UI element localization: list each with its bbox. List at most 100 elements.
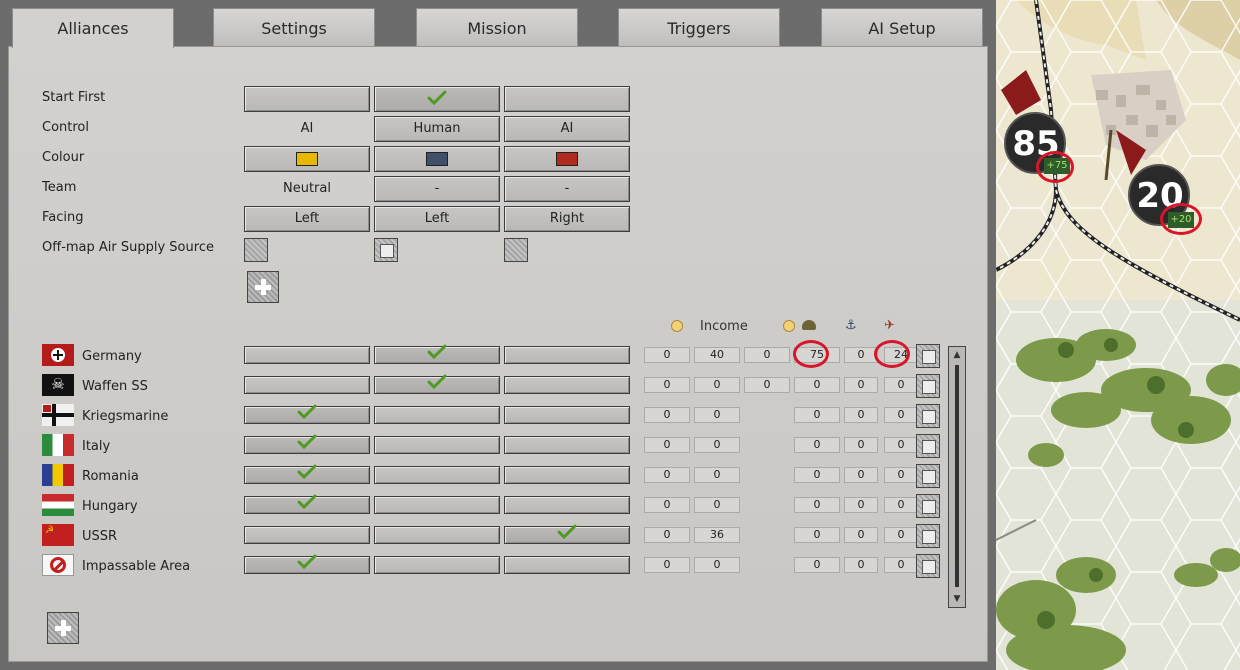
settings-option-button[interactable] — [244, 146, 370, 172]
faction-value-field[interactable]: 0 — [794, 437, 840, 453]
faction-side-button[interactable] — [504, 466, 630, 484]
faction-value-field[interactable]: 0 — [644, 497, 690, 513]
faction-toggle-checkbox[interactable] — [916, 434, 940, 458]
faction-toggle-checkbox[interactable] — [916, 374, 940, 398]
faction-value-field[interactable]: 0 — [644, 527, 690, 543]
tab-settings[interactable]: Settings — [213, 8, 375, 48]
faction-value-field[interactable]: 0 — [794, 407, 840, 423]
settings-option-button[interactable]: AI — [504, 116, 630, 142]
faction-side-button[interactable] — [504, 496, 630, 514]
tab-label: Mission — [467, 19, 527, 38]
settings-option-button[interactable] — [374, 86, 500, 112]
faction-side-button[interactable] — [374, 406, 500, 424]
tab-alliances[interactable]: Alliances — [12, 8, 174, 48]
settings-option-button[interactable]: - — [504, 176, 630, 202]
faction-value-field[interactable]: 0 — [694, 407, 740, 423]
faction-toggle-checkbox[interactable] — [916, 404, 940, 428]
faction-value-field[interactable]: 0 — [644, 347, 690, 363]
faction-value-field[interactable]: 0 — [844, 377, 878, 393]
faction-toggle-checkbox[interactable] — [916, 554, 940, 578]
faction-value-field[interactable]: 0 — [844, 347, 878, 363]
faction-side-button[interactable] — [504, 376, 630, 394]
supply-source-checkbox[interactable] — [504, 238, 528, 262]
faction-side-button[interactable] — [244, 404, 370, 424]
faction-side-button[interactable] — [374, 556, 500, 574]
faction-side-button[interactable] — [244, 434, 370, 454]
factions-scrollbar[interactable]: ▲ ▼ — [948, 346, 966, 608]
faction-side-button[interactable] — [504, 436, 630, 454]
faction-toggle-checkbox[interactable] — [916, 524, 940, 548]
faction-value-field[interactable]: 0 — [694, 497, 740, 513]
faction-value-field[interactable]: 0 — [884, 527, 918, 543]
faction-side-button[interactable] — [244, 494, 370, 514]
faction-value-field[interactable]: 0 — [844, 527, 878, 543]
faction-side-button[interactable] — [504, 346, 630, 364]
faction-value-field[interactable]: 40 — [694, 347, 740, 363]
settings-option-button[interactable] — [504, 146, 630, 172]
settings-option-button[interactable]: Human — [374, 116, 500, 142]
settings-option-button[interactable] — [374, 146, 500, 172]
faction-value-field[interactable]: 36 — [694, 527, 740, 543]
faction-side-button[interactable] — [374, 496, 500, 514]
faction-value-field[interactable]: 0 — [794, 497, 840, 513]
faction-value-field[interactable]: 0 — [844, 437, 878, 453]
faction-side-button[interactable] — [504, 556, 630, 574]
tab-ai-setup[interactable]: AI Setup — [821, 8, 983, 48]
faction-value-field[interactable]: 0 — [644, 437, 690, 453]
faction-value-field[interactable]: 0 — [644, 467, 690, 483]
faction-toggle-checkbox[interactable] — [916, 344, 940, 368]
faction-value-field[interactable]: 0 — [844, 497, 878, 513]
faction-value-field[interactable]: 0 — [884, 467, 918, 483]
faction-side-button[interactable] — [244, 464, 370, 484]
faction-value-field[interactable]: 0 — [744, 377, 790, 393]
add-faction-button[interactable] — [47, 612, 79, 644]
faction-side-button[interactable] — [244, 554, 370, 574]
map-view[interactable]: 85 +75 20 +20 — [996, 0, 1240, 670]
faction-toggle-checkbox[interactable] — [916, 464, 940, 488]
faction-value-field[interactable]: 0 — [644, 377, 690, 393]
faction-value-field[interactable]: 0 — [844, 557, 878, 573]
faction-value-field[interactable]: 0 — [694, 557, 740, 573]
faction-value-field[interactable]: 0 — [884, 557, 918, 573]
faction-side-button[interactable] — [504, 524, 630, 544]
settings-option-button[interactable] — [504, 86, 630, 112]
faction-toggle-checkbox[interactable] — [916, 494, 940, 518]
supply-source-checkbox[interactable] — [244, 238, 268, 262]
settings-option-button[interactable] — [244, 86, 370, 112]
faction-side-button[interactable] — [374, 344, 500, 364]
tab-triggers[interactable]: Triggers — [618, 8, 780, 48]
faction-value-field[interactable]: 0 — [794, 527, 840, 543]
faction-side-button[interactable] — [374, 526, 500, 544]
tab-mission[interactable]: Mission — [416, 8, 578, 48]
add-side-button[interactable] — [247, 271, 279, 303]
faction-value-field[interactable]: 0 — [694, 467, 740, 483]
settings-option-button[interactable]: Left — [374, 206, 500, 232]
faction-side-button[interactable] — [244, 376, 370, 394]
faction-value-field[interactable]: 0 — [794, 467, 840, 483]
faction-side-button[interactable] — [374, 436, 500, 454]
faction-value-field[interactable]: 0 — [884, 497, 918, 513]
faction-value-field[interactable]: 0 — [794, 377, 840, 393]
faction-value-field[interactable]: 0 — [694, 377, 740, 393]
faction-side-button[interactable] — [244, 526, 370, 544]
supply-source-checkbox[interactable] — [374, 238, 398, 262]
faction-side-button[interactable] — [504, 406, 630, 424]
faction-value-field[interactable]: 0 — [844, 407, 878, 423]
faction-value-field[interactable]: 0 — [694, 437, 740, 453]
faction-side-button[interactable] — [374, 374, 500, 394]
settings-option-button[interactable]: Right — [504, 206, 630, 232]
faction-value-field[interactable]: 0 — [884, 407, 918, 423]
scroll-down-icon[interactable]: ▼ — [951, 593, 963, 605]
faction-value-field[interactable]: 0 — [844, 467, 878, 483]
faction-value-field[interactable]: 0 — [884, 437, 918, 453]
faction-value-field[interactable]: 0 — [644, 557, 690, 573]
scroll-up-icon[interactable]: ▲ — [951, 349, 963, 361]
faction-value-field[interactable]: 0 — [644, 407, 690, 423]
faction-value-field[interactable]: 0 — [744, 347, 790, 363]
faction-value-field[interactable]: 0 — [794, 557, 840, 573]
faction-side-button[interactable] — [244, 346, 370, 364]
faction-value-field[interactable]: 0 — [884, 377, 918, 393]
settings-option-button[interactable]: Left — [244, 206, 370, 232]
settings-option-button[interactable]: - — [374, 176, 500, 202]
faction-side-button[interactable] — [374, 466, 500, 484]
